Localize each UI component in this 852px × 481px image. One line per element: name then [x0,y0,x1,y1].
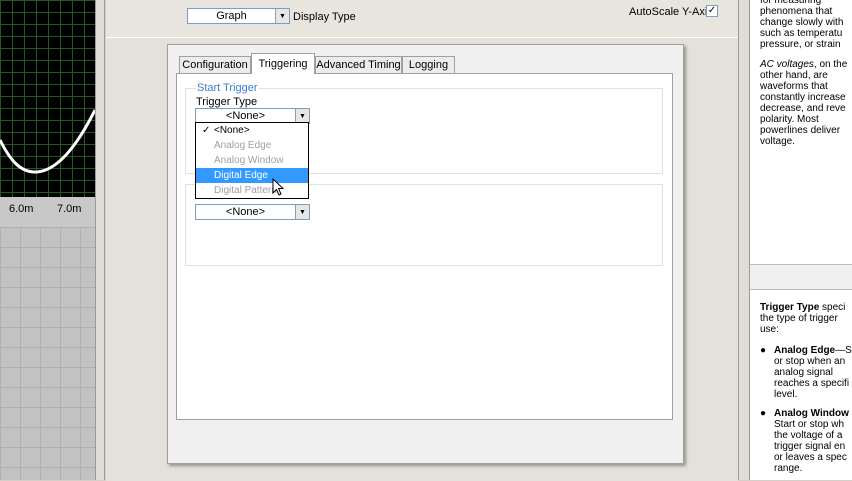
help-emphasis: AC voltages [760,59,814,70]
trigger-type-label: Trigger Type [196,96,258,108]
dropdown-item-none[interactable]: ✓ <None> [196,123,308,138]
dropdown-item-digital-edge[interactable]: Digital Edge [196,168,308,183]
help-term: Trigger Type [760,302,820,313]
checkmark-icon: ✓ [202,125,211,136]
bullet-icon: ● [760,408,767,419]
waveform-trace [0,109,95,174]
display-type-select[interactable]: Graph ▼ [187,8,290,24]
x-tick-label: 6.0m [9,203,34,215]
dropdown-item-label: Analog Window [214,155,284,166]
tab-triggering[interactable]: Triggering [251,53,315,74]
help-text-top: for measuring phenomena that change slow… [760,0,852,147]
help-paragraph: , on the other hand, are waveforms that … [760,59,848,147]
display-type-value: Graph [216,10,247,22]
dropdown-item-digital-pattern: Digital Pattern [196,183,308,198]
splitter-right[interactable] [738,0,750,480]
chevron-down-icon[interactable]: ▼ [275,9,289,23]
display-type-label: Display Type [293,11,356,23]
stop-trigger-type-value: <None> [225,206,266,218]
tab-advanced-timing[interactable]: Advanced Timing [315,56,402,73]
dropdown-item-label: Digital Pattern [214,185,277,196]
display-settings-bar: Graph ▼ Display Type AutoScale Y-Axis ✓ [106,0,738,37]
stop-trigger-type-select[interactable]: <None> ▼ [195,204,310,220]
tab-logging[interactable]: Logging [402,56,455,73]
autoscale-checkbox[interactable]: ✓ [706,5,718,17]
waveform-graph [0,0,95,197]
bullet-icon: ● [760,345,767,356]
help-text-bottom: Trigger Type speci the type of trigger u… [760,302,852,474]
dropdown-item-label: <None> [214,125,250,136]
help-term: Analog Edge [774,345,836,356]
graph-background [0,227,95,480]
autoscale-label: AutoScale Y-Axis [629,6,713,18]
help-paragraph: for measuring phenomena that change slow… [760,0,844,50]
dropdown-item-analog-edge: Analog Edge [196,138,308,153]
help-term: Analog Window [774,408,849,419]
help-paragraph: Start or stop wh the voltage of a trigge… [774,419,847,474]
graph-x-axis: 6.0m 7.0m [0,197,95,227]
trigger-type-value: <None> [225,110,266,122]
dropdown-item-analog-window: Analog Window [196,153,308,168]
mouse-cursor-icon [272,178,285,196]
context-help-panel: for measuring phenomena that change slow… [750,0,852,480]
chevron-down-icon[interactable]: ▼ [295,205,309,219]
tab-configuration[interactable]: Configuration [179,56,251,73]
trigger-type-dropdown: ✓ <None> Analog Edge Analog Window Digit… [195,122,309,199]
start-trigger-title: Start Trigger [196,82,259,94]
chevron-down-icon[interactable]: ▼ [295,109,309,123]
x-tick-label: 7.0m [57,203,82,215]
dropdown-item-label: Analog Edge [214,140,272,151]
dropdown-item-label: Digital Edge [214,170,268,181]
splitter-left[interactable] [95,0,105,480]
help-panel-divider [750,264,852,290]
